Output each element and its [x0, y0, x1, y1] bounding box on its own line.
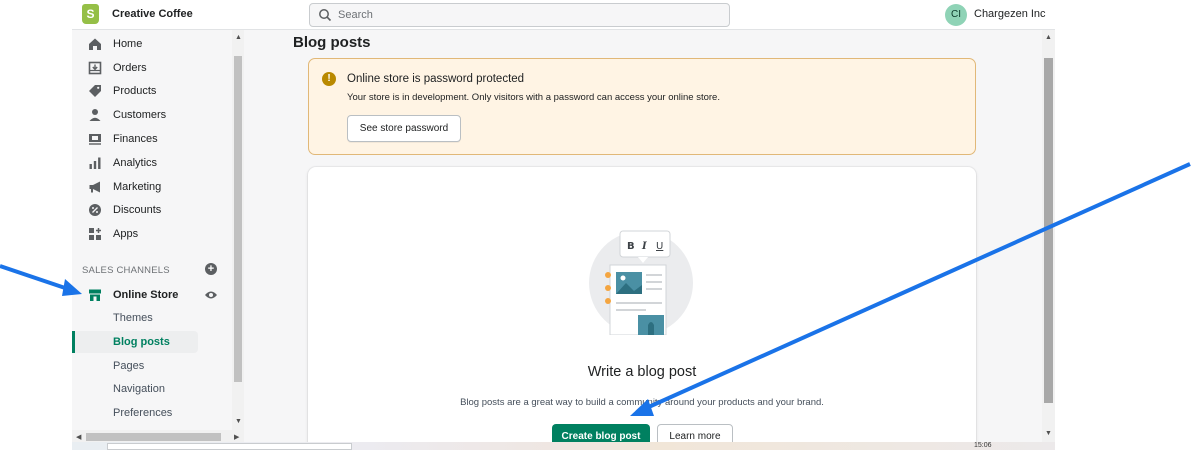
sidebar-item-label: Home — [113, 38, 143, 50]
banner-text: Your store is in development. Only visit… — [347, 92, 720, 103]
sidebar-item-label: Online Store — [113, 289, 179, 301]
scroll-up-icon[interactable]: ▲ — [1045, 34, 1052, 41]
account-name[interactable]: Chargezen Inc — [974, 8, 1046, 20]
left-margin — [0, 0, 72, 450]
main-content: Blog posts ! Online store is password pr… — [244, 30, 1042, 450]
sidebar-subitem-label: Pages — [113, 360, 145, 372]
sidebar-item-home[interactable]: Home — [72, 33, 232, 55]
megaphone-icon — [89, 181, 100, 193]
taskbar: 15:06 — [72, 442, 1055, 450]
active-indicator — [72, 331, 75, 353]
underline-letter: U — [656, 241, 663, 252]
home-icon — [89, 38, 101, 50]
finances-icon — [89, 134, 101, 145]
scroll-right-icon[interactable]: ▶ — [234, 433, 239, 441]
sidebar-item-label: Apps — [113, 228, 139, 240]
sidebar-item-orders[interactable]: Orders — [72, 57, 232, 79]
sales-channels-heading: SALES CHANNELS — [82, 265, 170, 276]
bold-letter: B — [627, 241, 635, 252]
empty-state-card: B I U Write a blog post Blog posts are a… — [308, 167, 976, 450]
empty-state-description: Blog posts are a great way to build a co… — [460, 397, 824, 408]
sidebar-subitem-label: Themes — [113, 312, 153, 324]
store-icon — [89, 289, 101, 301]
sidebar: Home Orders Products Customers Finances … — [72, 30, 232, 430]
scroll-up-icon[interactable]: ▲ — [235, 34, 242, 41]
search-placeholder: Search — [338, 9, 373, 21]
add-sales-channel-icon[interactable]: + — [205, 263, 217, 275]
sidebar-subitem-blog-posts[interactable]: Blog posts — [72, 331, 198, 353]
sidebar-item-label: Discounts — [113, 204, 162, 216]
sidebar-item-label: Orders — [113, 62, 147, 74]
orders-icon — [88, 61, 102, 75]
sidebar-subitem-pages[interactable]: Pages — [72, 355, 198, 377]
sidebar-item-label: Finances — [113, 133, 158, 145]
password-warning-banner: ! Online store is password protected You… — [308, 58, 976, 155]
taskbar-search-box[interactable] — [107, 443, 352, 450]
bar-chart-icon — [89, 157, 101, 169]
blog-illustration-icon: B I U — [589, 230, 693, 335]
discount-icon — [89, 204, 101, 216]
sidebar-item-marketing[interactable]: Marketing — [72, 176, 232, 198]
apps-icon — [89, 228, 101, 240]
sidebar-item-label: Products — [113, 85, 157, 97]
sidebar-scrollbar[interactable]: ▲ ▼ — [232, 30, 244, 430]
sidebar-subitem-label: Blog posts — [113, 336, 170, 348]
screenshot: S Creative Coffee Search CI Chargezen In… — [0, 0, 1200, 450]
sidebar-item-label: Customers — [113, 109, 167, 121]
main-scroll-thumb[interactable] — [1044, 58, 1053, 403]
sidebar-item-label: Analytics — [113, 157, 158, 169]
banner-title: Online store is password protected — [347, 73, 525, 85]
tag-icon — [89, 85, 101, 97]
page-title: Blog posts — [293, 34, 371, 51]
scroll-left-icon[interactable]: ◀ — [76, 433, 81, 441]
eye-icon[interactable] — [204, 289, 218, 301]
top-bar: S Creative Coffee Search CI Chargezen In… — [72, 0, 1055, 30]
sidebar-subitem-preferences[interactable]: Preferences — [72, 402, 198, 424]
taskbar-clock: 15:06 — [974, 442, 992, 449]
shopify-logo-icon[interactable]: S — [82, 4, 99, 24]
see-store-password-button[interactable]: See store password — [347, 115, 461, 142]
scroll-down-icon[interactable]: ▼ — [1045, 430, 1052, 437]
sidebar-item-customers[interactable]: Customers — [72, 104, 232, 126]
italic-letter: I — [641, 241, 647, 252]
sidebar-scroll-thumb[interactable] — [234, 56, 242, 382]
sidebar-item-finances[interactable]: Finances — [72, 128, 232, 150]
sidebar-item-label: Marketing — [113, 181, 162, 193]
right-margin — [1055, 0, 1200, 450]
person-icon — [89, 109, 101, 121]
avatar[interactable]: CI — [945, 4, 967, 26]
warning-icon: ! — [322, 72, 336, 86]
sidebar-subitem-label: Preferences — [113, 407, 173, 419]
sidebar-item-apps[interactable]: Apps — [72, 223, 232, 245]
sidebar-item-discounts[interactable]: Discounts — [72, 199, 232, 221]
scroll-down-icon[interactable]: ▼ — [235, 418, 242, 425]
search-input[interactable]: Search — [309, 3, 730, 27]
horizontal-scroll-thumb[interactable] — [86, 433, 221, 441]
main-scrollbar[interactable]: ▲ ▼ — [1042, 30, 1055, 442]
sidebar-subitem-navigation[interactable]: Navigation — [72, 378, 198, 400]
sidebar-subitem-label: Navigation — [113, 383, 165, 395]
sidebar-subitem-themes[interactable]: Themes — [72, 307, 198, 329]
store-name[interactable]: Creative Coffee — [112, 8, 193, 20]
sidebar-item-products[interactable]: Products — [72, 80, 232, 102]
sidebar-item-analytics[interactable]: Analytics — [72, 152, 232, 174]
search-icon — [319, 9, 332, 22]
empty-state-heading: Write a blog post — [587, 364, 697, 380]
